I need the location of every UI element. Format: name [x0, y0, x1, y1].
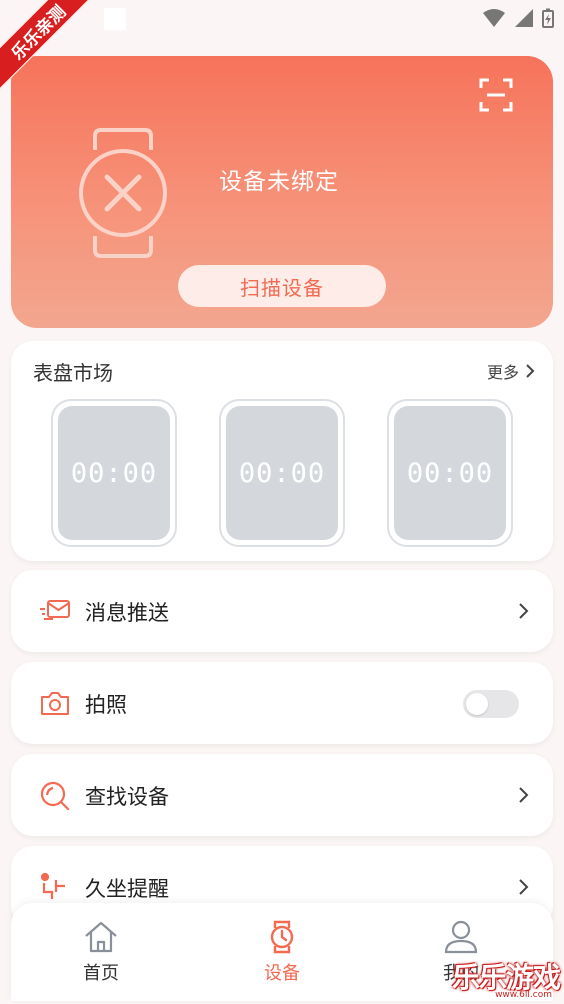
search-icon — [40, 781, 70, 810]
nav-home[interactable]: 首页 — [56, 919, 146, 985]
nav-label: 首页 — [83, 963, 119, 984]
battery-icon — [542, 8, 554, 28]
dial-time: 00:00 — [58, 406, 170, 540]
dial-item[interactable]: 00:00 — [51, 399, 177, 547]
chevron-right-icon — [519, 879, 529, 895]
watermark-url: www.6ll.com — [495, 990, 552, 1000]
dial-item[interactable]: 00:00 — [219, 399, 345, 547]
home-icon — [85, 921, 117, 953]
notification-icon — [104, 8, 126, 30]
chevron-right-icon — [519, 603, 529, 619]
camera-icon — [41, 692, 69, 715]
row-label: 查找设备 — [85, 785, 169, 809]
more-link[interactable]: 更多 — [487, 359, 535, 383]
camera-toggle[interactable] — [463, 690, 519, 718]
device-card: 设备未绑定 扫描设备 — [11, 56, 553, 328]
dial-time: 00:00 — [394, 406, 506, 540]
chevron-right-icon — [526, 364, 535, 378]
row-label: 拍照 — [85, 693, 127, 717]
camera-row: 拍照 — [11, 662, 553, 744]
user-icon — [444, 920, 478, 954]
signal-icon — [515, 9, 533, 27]
wifi-icon — [483, 9, 505, 27]
scan-device-button[interactable]: 扫描设备 — [178, 265, 386, 307]
message-push-row[interactable]: 消息推送 — [11, 570, 553, 652]
nav-label: 设备 — [264, 963, 300, 984]
dial-market-title: 表盘市场 — [33, 361, 113, 385]
device-status-text: 设备未绑定 — [219, 169, 339, 195]
dial-market-card: 表盘市场 更多 00:00 00:00 00:00 — [11, 341, 553, 561]
unbound-watch-icon — [79, 128, 167, 258]
dial-item[interactable]: 00:00 — [387, 399, 513, 547]
dial-time: 00:00 — [226, 406, 338, 540]
status-icons — [482, 8, 554, 28]
toggle-knob — [466, 693, 488, 715]
status-bar — [0, 0, 564, 40]
nav-device[interactable]: 设备 — [237, 919, 327, 985]
watch-icon — [270, 920, 294, 954]
chevron-right-icon — [519, 787, 529, 803]
row-label: 久坐提醒 — [85, 877, 169, 901]
sitting-icon — [40, 872, 65, 899]
more-label: 更多 — [486, 363, 519, 382]
message-icon — [40, 600, 70, 620]
find-device-row[interactable]: 查找设备 — [11, 754, 553, 836]
scan-icon[interactable] — [479, 78, 513, 112]
row-label: 消息推送 — [85, 601, 169, 625]
